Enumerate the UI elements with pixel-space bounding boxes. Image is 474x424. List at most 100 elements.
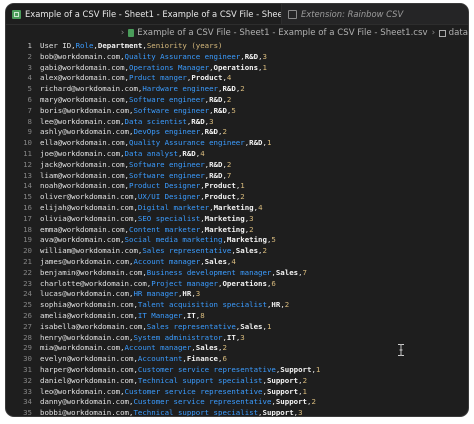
csv-column-3: Support — [266, 386, 299, 396]
code-line[interactable]: 16 elijah@workdomain.com,Digital marketer… — [6, 203, 468, 214]
csv-column-1: lee@workdomain.com — [40, 116, 121, 126]
code-line[interactable]: 23 charlotte@workdomain.com,Project manag… — [6, 279, 468, 290]
line-number: 15 — [23, 192, 32, 202]
line-number: 23 — [23, 278, 32, 288]
csv-column-2: Product Designer — [129, 181, 201, 191]
code-line[interactable]: 21 james@workdomain.com,Account manager,S… — [6, 257, 468, 268]
csv-column-2: Role — [75, 41, 94, 50]
code-line[interactable]: 13 liam@workdomain.com,Software engineer,… — [6, 171, 468, 182]
csv-column-1: bob@workdomain.com — [40, 51, 121, 61]
csv-column-1: ashly@workdomain.com — [40, 127, 129, 137]
csv-column-4: 1 — [240, 181, 245, 191]
line-number: 24 — [23, 289, 32, 299]
csv-column-4: 2 — [262, 246, 267, 256]
csv-column-4: 1 — [266, 321, 272, 331]
code-line[interactable]: 27 isabella@workdomain.com,Sales represen… — [6, 322, 468, 333]
code-line[interactable]: 1 User ID,Role,Department,Seniority (year… — [6, 41, 468, 52]
breadcrumb-file[interactable]: Example of a CSV File - Sheet1 - Example… — [137, 28, 427, 38]
line-number: 7 — [27, 105, 32, 115]
csv-column-1: bobbi@workdomain.com — [40, 408, 129, 416]
code-text: joe@workdomain.com,Data analyst,R&D,4 — [40, 149, 205, 160]
code-line[interactable]: 10 ella@workdomain.com,Quality Assurance … — [6, 138, 468, 149]
csv-column-4: 8 — [200, 311, 205, 320]
csv-column-3: Sales — [275, 267, 299, 277]
code-line[interactable]: 35 bobbi@workdomain.com,Technical support… — [6, 408, 468, 416]
code-text: james@workdomain.com,Account manager,Sal… — [40, 257, 236, 268]
code-line[interactable]: 20 william@workdomain.com,Sales represent… — [6, 246, 468, 257]
csv-column-3: R&D — [244, 51, 259, 61]
code-line[interactable]: 18 emma@workdomain.com,Content marketer,M… — [6, 225, 468, 236]
code-text: mary@workdomain.com,Software engineer,R&… — [40, 95, 231, 106]
csv-column-3: Operations — [222, 278, 267, 288]
code-text: mia@workdomain.com,Account manager,Sales… — [40, 343, 227, 354]
code-line[interactable]: 7 boris@workdomain.com,Software engineer,… — [6, 106, 468, 117]
tab-extension-rainbow-csv[interactable]: Extension: Rainbow CSV — [282, 4, 468, 24]
code-line[interactable]: 3 gabi@workdomain.com,Operations Manager,… — [6, 63, 468, 74]
line-number: 28 — [23, 332, 32, 342]
code-text: ava@workdomain.com,Social media marketin… — [40, 235, 276, 246]
csv-column-3: Sales — [204, 257, 227, 266]
line-number: 21 — [23, 257, 32, 266]
csv-column-2: HR manager — [133, 289, 178, 299]
csv-column-1: jack@workdomain.com — [40, 159, 125, 169]
code-text: ella@workdomain.com,Quality Assurance en… — [40, 138, 271, 149]
csv-column-1: User ID — [40, 41, 72, 50]
csv-column-1: mia@workdomain.com — [40, 343, 121, 353]
code-text: noah@workdomain.com,Product Designer,Pro… — [40, 181, 245, 192]
code-line[interactable]: 5 richard@workdomain.com,Hardware enginee… — [6, 84, 468, 95]
code-line[interactable]: 6 mary@workdomain.com,Software engineer,R… — [6, 95, 468, 106]
code-line[interactable]: 8 lee@workdomain.com,Data scientist,R&D,3 — [6, 117, 468, 128]
code-line[interactable]: 14 noah@workdomain.com,Product Designer,P… — [6, 181, 468, 192]
csv-column-2: Account manager — [124, 343, 192, 353]
preview-icon — [288, 9, 297, 19]
code-line[interactable]: 34 danny@workdomain.com,Customer service … — [6, 397, 468, 408]
line-number: 35 — [23, 408, 32, 416]
line-number: 5 — [27, 84, 32, 94]
csv-column-1: harper@workdomain.com — [40, 365, 134, 374]
csv-column-3: Product — [191, 73, 223, 83]
csv-column-2: Software engineer — [129, 95, 205, 104]
code-line[interactable]: 32 daniel@workdomain.com,Technical suppor… — [6, 376, 468, 387]
code-text: benjamin@workdomain.com,Business develop… — [40, 268, 307, 279]
code-line[interactable]: 25 sophia@workdomain.com,Talent acquisiti… — [6, 300, 468, 311]
code-line[interactable]: 31 harper@workdomain.com,Customer service… — [6, 365, 468, 376]
code-line[interactable]: 19 ava@workdomain.com,Social media market… — [6, 235, 468, 246]
line-number: 8 — [27, 116, 32, 126]
chevron-right-icon: › — [431, 28, 436, 38]
line-number: 19 — [23, 235, 32, 245]
csv-column-1: liam@workdomain.com — [40, 170, 125, 180]
csv-column-2: DevOps engineer — [133, 127, 201, 137]
csv-column-3: R&D — [209, 170, 223, 180]
editor-window: Example of a CSV File - Sheet1 - Example… — [6, 4, 468, 416]
code-line[interactable]: 33 leo@workdomain.com,Customer service re… — [6, 387, 468, 398]
code-line[interactable]: 22 benjamin@workdomain.com,Business devel… — [6, 268, 468, 279]
csv-column-1: lucas@workdomain.com — [40, 289, 129, 299]
csv-column-2: Quality Assurance engineer — [124, 51, 241, 61]
csv-column-2: Data scientist — [124, 116, 187, 126]
code-line[interactable]: 24 lucas@workdomain.com,HR manager,HR,3 — [6, 289, 468, 300]
csv-column-2: Hardware engineer — [142, 84, 218, 94]
code-line[interactable]: 9 ashly@workdomain.com,DevOps engineer,R&… — [6, 127, 468, 138]
code-line[interactable]: 28 henry@workdomain.com,System administra… — [6, 333, 468, 344]
csv-column-4: 2 — [222, 343, 227, 353]
csv-column-2: Sales representative — [142, 246, 232, 256]
code-editor[interactable]: 1 User ID,Role,Department,Seniority (year… — [6, 41, 468, 416]
csv-column-2: Social media marketing — [124, 235, 223, 245]
code-line[interactable]: 12 jack@workdomain.com,Software engineer,… — [6, 160, 468, 171]
line-number: 30 — [23, 354, 32, 364]
code-text: alex@workdomain.com,Prduct manger,Produc… — [40, 73, 231, 84]
csv-column-2: Customer service representative — [124, 386, 263, 396]
tab-csv-file[interactable]: Example of a CSV File - Sheet1 - Example… — [6, 4, 282, 24]
code-line[interactable]: 11 joe@workdomain.com,Data analyst,R&D,4 — [6, 149, 468, 160]
csv-column-1: danny@workdomain.com — [40, 397, 129, 407]
csv-column-3: Department — [97, 41, 143, 50]
csv-column-4: 1 — [262, 62, 267, 72]
code-line[interactable]: 17 olivia@workdomain.com,SEO specialist,M… — [6, 214, 468, 225]
code-line[interactable]: 26 amelia@workdomain.com,IT Manager,IT,8 — [6, 311, 468, 322]
code-line[interactable]: 4 alex@workdomain.com,Prduct manger,Produ… — [6, 73, 468, 84]
code-line[interactable]: 2 bob@workdomain.com,Quality Assurance en… — [6, 52, 468, 63]
code-line[interactable]: 15 oliver@workdomain.com,UX/UI Designer,P… — [6, 192, 468, 203]
breadcrumb-symbol[interactable]: data — [449, 28, 468, 38]
breadcrumb-hidden-path — [6, 29, 117, 37]
line-number: 9 — [27, 127, 32, 137]
